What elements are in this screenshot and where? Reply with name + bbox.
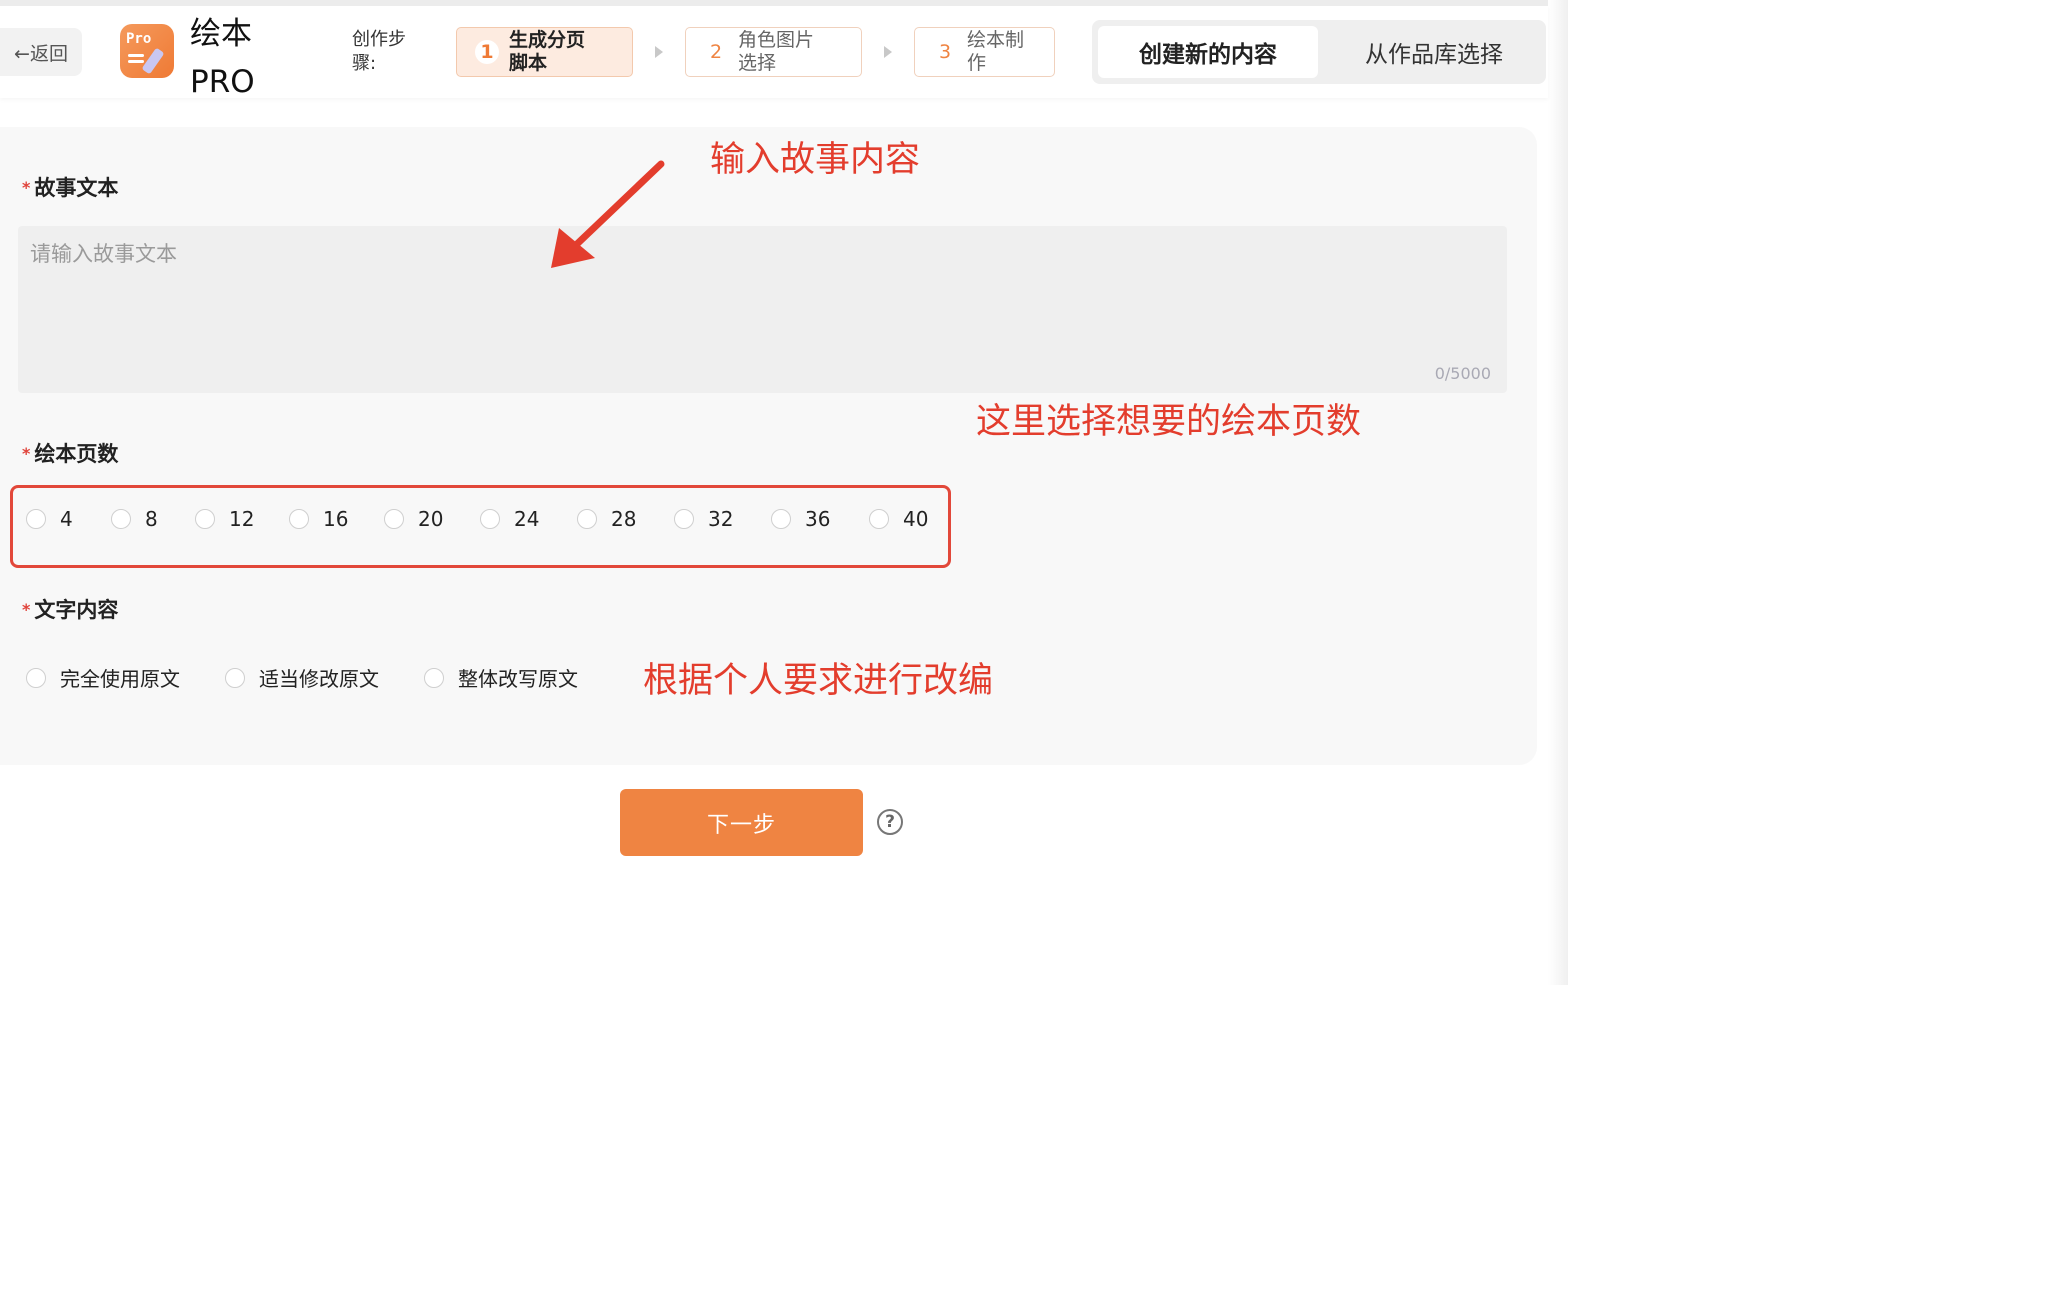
annotation-text: 根据个人要求进行改编 — [643, 661, 994, 701]
header-bar: ←返回 Pro 绘本 PRO 创作步骤: 1 生成分页脚本 2 角色图片选择 3… — [0, 6, 1548, 100]
pages-option-8[interactable]: 8 — [111, 507, 195, 531]
step-character-image[interactable]: 2 角色图片选择 — [685, 27, 862, 77]
required-mark: * — [22, 600, 31, 619]
radio-button[interactable] — [674, 509, 694, 529]
text-option-modify[interactable]: 适当修改原文 — [225, 663, 424, 692]
pages-option-20[interactable]: 20 — [384, 507, 480, 531]
steps-label: 创作步骤: — [352, 29, 406, 74]
tab-create-new[interactable]: 创建新的内容 — [1098, 26, 1318, 78]
story-textarea[interactable]: 请输入故事文本 0/5000 — [18, 226, 1507, 393]
text-content-label: * 文字内容 — [22, 594, 118, 624]
step-number: 1 — [475, 40, 499, 64]
app-title-line2: PRO — [190, 64, 255, 100]
pages-option-28[interactable]: 28 — [577, 507, 674, 531]
radio-button[interactable] — [424, 667, 444, 688]
step-make-book[interactable]: 3 绘本制作 — [914, 27, 1055, 77]
step-arrow-icon — [884, 46, 892, 58]
help-icon[interactable]: ? — [877, 809, 903, 835]
radio-button[interactable] — [869, 509, 889, 529]
required-mark: * — [22, 444, 31, 463]
radio-button[interactable] — [384, 509, 404, 529]
step-generate-script[interactable]: 1 生成分页脚本 — [456, 27, 633, 77]
app-title: 绘本 PRO — [190, 10, 255, 106]
pages-option-36[interactable]: 36 — [771, 507, 869, 531]
radio-button[interactable] — [225, 667, 245, 688]
pages-option-32[interactable]: 32 — [674, 507, 771, 531]
story-placeholder: 请输入故事文本 — [30, 242, 177, 266]
radio-button[interactable] — [771, 509, 791, 529]
text-content-label-text: 文字内容 — [34, 598, 119, 622]
radio-button[interactable] — [480, 509, 500, 529]
logo-lines-icon — [128, 54, 144, 57]
pen-icon — [141, 47, 165, 75]
app-title-line1: 绘本 — [190, 16, 252, 52]
step-arrow-icon — [655, 46, 663, 58]
text-content-radio-group: 完全使用原文 适当修改原文 整体改写原文 — [26, 663, 604, 692]
radio-button[interactable] — [26, 509, 46, 529]
logo-text: Pro — [126, 31, 152, 47]
next-step-button[interactable]: 下一步 — [620, 789, 863, 856]
mode-toggle: 创建新的内容 从作品库选择 — [1092, 20, 1546, 84]
text-option-original[interactable]: 完全使用原文 — [26, 663, 225, 692]
pages-option-4[interactable]: 4 — [26, 507, 111, 531]
radio-button[interactable] — [577, 509, 597, 529]
radio-button[interactable] — [26, 667, 46, 688]
required-mark: * — [22, 178, 31, 197]
radio-button[interactable] — [289, 509, 309, 529]
char-counter: 0/5000 — [1434, 364, 1491, 383]
step-label: 角色图片选择 — [738, 29, 815, 74]
tab-from-library[interactable]: 从作品库选择 — [1328, 26, 1540, 78]
pages-radio-group: 4 8 12 16 20 24 28 32 36 40 — [26, 507, 939, 531]
annotation-arrow-icon — [551, 160, 665, 268]
pages-label-text: 绘本页数 — [34, 442, 119, 466]
radio-button[interactable] — [111, 509, 131, 529]
radio-button[interactable] — [195, 509, 215, 529]
pages-option-12[interactable]: 12 — [195, 507, 289, 531]
pages-option-24[interactable]: 24 — [480, 507, 577, 531]
text-option-rewrite[interactable]: 整体改写原文 — [424, 663, 604, 692]
step-number: 3 — [933, 40, 957, 64]
annotation-pages: 这里选择想要的绘本页数 — [976, 402, 1362, 442]
pages-option-40[interactable]: 40 — [869, 507, 939, 531]
pages-label: * 绘本页数 — [22, 438, 118, 468]
story-label-text: 故事文本 — [34, 176, 119, 200]
step-label: 绘本制作 — [967, 29, 1025, 74]
window-edge-shadow — [1548, 0, 1568, 985]
step-label: 生成分页脚本 — [509, 29, 586, 74]
back-button[interactable]: ←返回 — [0, 28, 82, 76]
app-logo-icon: Pro — [120, 24, 174, 78]
pages-option-16[interactable]: 16 — [289, 507, 384, 531]
annotation-story: 输入故事内容 — [710, 140, 921, 180]
story-label: * 故事文本 — [22, 172, 118, 202]
step-number: 2 — [704, 40, 728, 64]
